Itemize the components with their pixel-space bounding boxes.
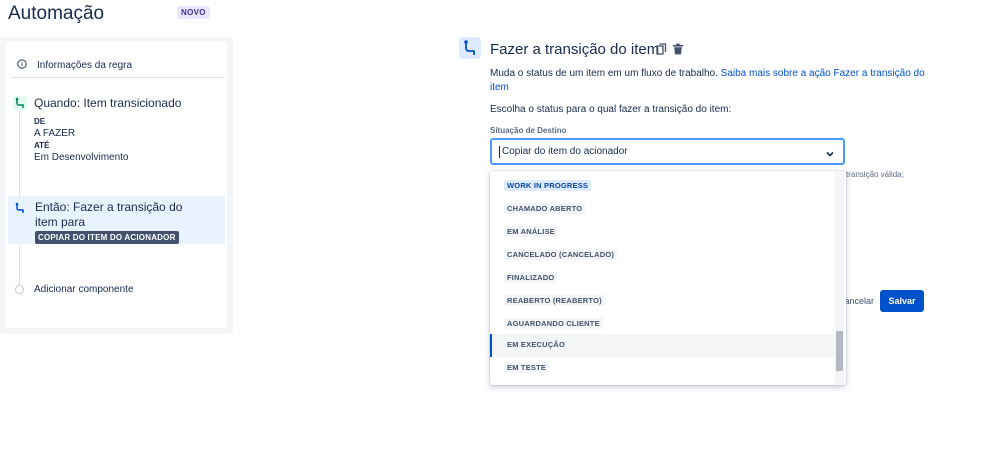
status-lozenge: CHAMADO ABERTO — [504, 203, 586, 214]
dropdown-option[interactable]: AGUARDANDO CLIENTE — [490, 313, 834, 336]
rule-info-item[interactable]: Informações da regra — [17, 56, 132, 74]
rule-info-label: Informações da regra — [37, 59, 133, 71]
action-value-pill: COPIAR DO ITEM DO ACIONADOR — [35, 231, 179, 244]
rule-card: Informações da regra Quando: Item transi… — [6, 41, 227, 328]
status-lozenge: AGUARDANDO CLIENTE — [504, 318, 603, 329]
dropdown-scrollbar[interactable] — [835, 171, 844, 385]
trigger-label: Quando: Item transicionado — [34, 96, 182, 110]
dropdown-option[interactable]: WORK IN PROGRESS — [490, 175, 834, 198]
add-dot-icon — [15, 285, 24, 294]
action-description: Muda o status de um item em um fluxo de … — [490, 67, 930, 95]
info-icon — [17, 56, 27, 74]
status-lozenge: EM EXECUÇÃO — [504, 339, 569, 350]
dropdown-option[interactable]: CHAMADO ABERTO — [490, 198, 834, 221]
trigger-to-value: Em Desenvolvimento — [34, 152, 129, 163]
select-value: Copiar do item do acionador — [502, 146, 628, 157]
copy-icon[interactable] — [656, 42, 667, 60]
save-button[interactable]: Salvar — [880, 290, 924, 312]
status-lozenge: REABERTO (REABERTO) — [504, 295, 605, 306]
rule-panel: Informações da regra Quando: Item transi… — [0, 37, 233, 334]
status-lozenge: EM ANÁLISE — [504, 226, 558, 237]
destination-label: Situação de Destino — [490, 126, 567, 135]
dropdown-option[interactable]: EM ANÁLISE — [490, 221, 834, 244]
chevron-down-icon[interactable] — [825, 146, 835, 164]
dropdown-option-selected[interactable]: EM EXECUÇÃO — [490, 334, 834, 357]
action-label: Então: Fazer a transição do item para — [35, 200, 183, 229]
text-caret — [499, 146, 500, 158]
transition-icon — [459, 37, 481, 59]
action-item[interactable]: Então: Fazer a transição do item para CO… — [8, 196, 225, 244]
trash-icon[interactable] — [672, 42, 684, 60]
scrollbar-thumb[interactable] — [836, 331, 843, 371]
trigger-from-key: DE — [34, 117, 46, 126]
dropdown-option[interactable]: FINALIZADO — [490, 267, 834, 290]
destination-select[interactable]: Copiar do item do acionador — [490, 138, 845, 165]
dropdown-option[interactable]: CANCELADO (CANCELADO) — [490, 244, 834, 267]
add-component-label: Adicionar componente — [34, 284, 134, 295]
transition-icon — [13, 96, 27, 110]
status-lozenge: FINALIZADO — [504, 272, 558, 283]
dropdown-option[interactable]: REABERTO (REABERTO) — [490, 290, 834, 313]
dropdown-option[interactable]: EM TESTE — [490, 357, 834, 380]
connector-line — [19, 245, 20, 287]
status-lozenge: EM TESTE — [504, 362, 550, 373]
trigger-from-value: A FAZER — [34, 128, 76, 139]
description-text: Muda o status de um item em um fluxo de … — [490, 68, 718, 79]
hint-text: transição válida; — [846, 170, 904, 179]
status-lozenge: CANCELADO (CANCELADO) — [504, 249, 618, 260]
choose-status-label: Escolha o status para o qual fazer a tra… — [490, 104, 732, 115]
divider — [11, 77, 225, 78]
new-badge: NOVO — [177, 6, 210, 19]
connector-line — [19, 111, 20, 203]
action-title: Fazer a transição do item — [490, 41, 660, 58]
status-dropdown-menu: WORK IN PROGRESS CHAMADO ABERTO EM ANÁLI… — [490, 171, 846, 385]
status-lozenge: WORK IN PROGRESS — [504, 180, 592, 191]
trigger-to-key: ATÉ — [34, 141, 50, 150]
transition-icon — [13, 201, 27, 215]
page-title: Automação — [8, 3, 105, 24]
